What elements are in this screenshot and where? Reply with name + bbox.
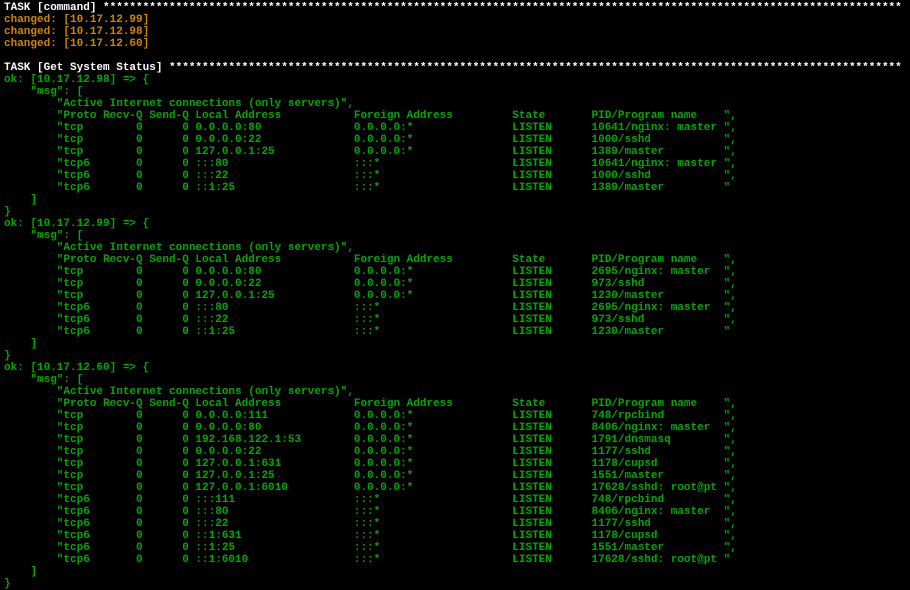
- host-close: }: [4, 206, 11, 218]
- netstat-row: "tcp6 0 0 :::22 :::* LISTEN 973/sshd ",: [4, 314, 737, 326]
- task-status-header: TASK [Get System Status] ***************…: [4, 62, 902, 74]
- msg-open: "msg": [: [4, 86, 83, 98]
- netstat-row: "tcp6 0 0 :::22 :::* LISTEN 1177/sshd ",: [4, 518, 737, 530]
- msg-close: ]: [4, 194, 37, 206]
- task-command-header: TASK [command] *************************…: [4, 2, 902, 14]
- netstat-columns: "Proto Recv-Q Send-Q Local Address Forei…: [4, 398, 737, 410]
- netstat-row: "tcp6 0 0 ::1:631 :::* LISTEN 1178/cupsd…: [4, 530, 737, 542]
- netstat-row: "tcp 0 0 127.0.0.1:25 0.0.0.0:* LISTEN 1…: [4, 146, 737, 158]
- netstat-row: "tcp6 0 0 ::1:6010 :::* LISTEN 17628/ssh…: [4, 554, 730, 566]
- netstat-row: "tcp 0 0 0.0.0.0:22 0.0.0.0:* LISTEN 117…: [4, 446, 737, 458]
- netstat-row: "tcp 0 0 0.0.0.0:22 0.0.0.0:* LISTEN 100…: [4, 134, 737, 146]
- host-close: }: [4, 578, 11, 590]
- netstat-header: "Active Internet connections (only serve…: [4, 386, 354, 398]
- netstat-columns: "Proto Recv-Q Send-Q Local Address Forei…: [4, 254, 737, 266]
- netstat-header: "Active Internet connections (only serve…: [4, 242, 354, 254]
- netstat-row: "tcp6 0 0 :::80 :::* LISTEN 10641/nginx:…: [4, 158, 737, 170]
- changed-line: changed: [10.17.12.98]: [4, 26, 149, 38]
- netstat-row: "tcp 0 0 127.0.0.1:631 0.0.0.0:* LISTEN …: [4, 458, 737, 470]
- netstat-row: "tcp 0 0 0.0.0.0:22 0.0.0.0:* LISTEN 973…: [4, 278, 737, 290]
- msg-open: "msg": [: [4, 374, 83, 386]
- host-close: }: [4, 350, 11, 362]
- netstat-row: "tcp 0 0 127.0.0.1:25 0.0.0.0:* LISTEN 1…: [4, 290, 737, 302]
- netstat-row: "tcp6 0 0 :::22 :::* LISTEN 1000/sshd ",: [4, 170, 737, 182]
- netstat-row: "tcp 0 0 192.168.122.1:53 0.0.0.0:* LIST…: [4, 434, 737, 446]
- netstat-row: "tcp 0 0 0.0.0.0:80 0.0.0.0:* LISTEN 269…: [4, 266, 737, 278]
- netstat-row: "tcp 0 0 0.0.0.0:80 0.0.0.0:* LISTEN 840…: [4, 422, 737, 434]
- ok-host-line: ok: [10.17.12.99] => {: [4, 218, 149, 230]
- netstat-row: "tcp 0 0 127.0.0.1:25 0.0.0.0:* LISTEN 1…: [4, 470, 737, 482]
- ok-host-line: ok: [10.17.12.98] => {: [4, 74, 149, 86]
- netstat-row: "tcp 0 0 0.0.0.0:80 0.0.0.0:* LISTEN 106…: [4, 122, 737, 134]
- netstat-columns: "Proto Recv-Q Send-Q Local Address Forei…: [4, 110, 737, 122]
- ok-host-line: ok: [10.17.12.60] => {: [4, 362, 149, 374]
- netstat-header: "Active Internet connections (only serve…: [4, 98, 354, 110]
- msg-close: ]: [4, 338, 37, 350]
- netstat-row: "tcp6 0 0 :::80 :::* LISTEN 2695/nginx: …: [4, 302, 737, 314]
- terminal-output: TASK [command] *************************…: [0, 0, 910, 590]
- netstat-row: "tcp 0 0 127.0.0.1:6010 0.0.0.0:* LISTEN…: [4, 482, 737, 494]
- msg-close: ]: [4, 566, 37, 578]
- netstat-row: "tcp6 0 0 ::1:25 :::* LISTEN 1230/master…: [4, 326, 730, 338]
- netstat-row: "tcp6 0 0 :::111 :::* LISTEN 748/rpcbind…: [4, 494, 737, 506]
- changed-line: changed: [10.17.12.99]: [4, 14, 149, 26]
- netstat-row: "tcp6 0 0 :::80 :::* LISTEN 8406/nginx: …: [4, 506, 737, 518]
- netstat-row: "tcp 0 0 0.0.0.0:111 0.0.0.0:* LISTEN 74…: [4, 410, 737, 422]
- msg-open: "msg": [: [4, 230, 83, 242]
- netstat-row: "tcp6 0 0 ::1:25 :::* LISTEN 1551/master…: [4, 542, 737, 554]
- netstat-row: "tcp6 0 0 ::1:25 :::* LISTEN 1389/master…: [4, 182, 730, 194]
- changed-line: changed: [10.17.12.60]: [4, 38, 149, 50]
